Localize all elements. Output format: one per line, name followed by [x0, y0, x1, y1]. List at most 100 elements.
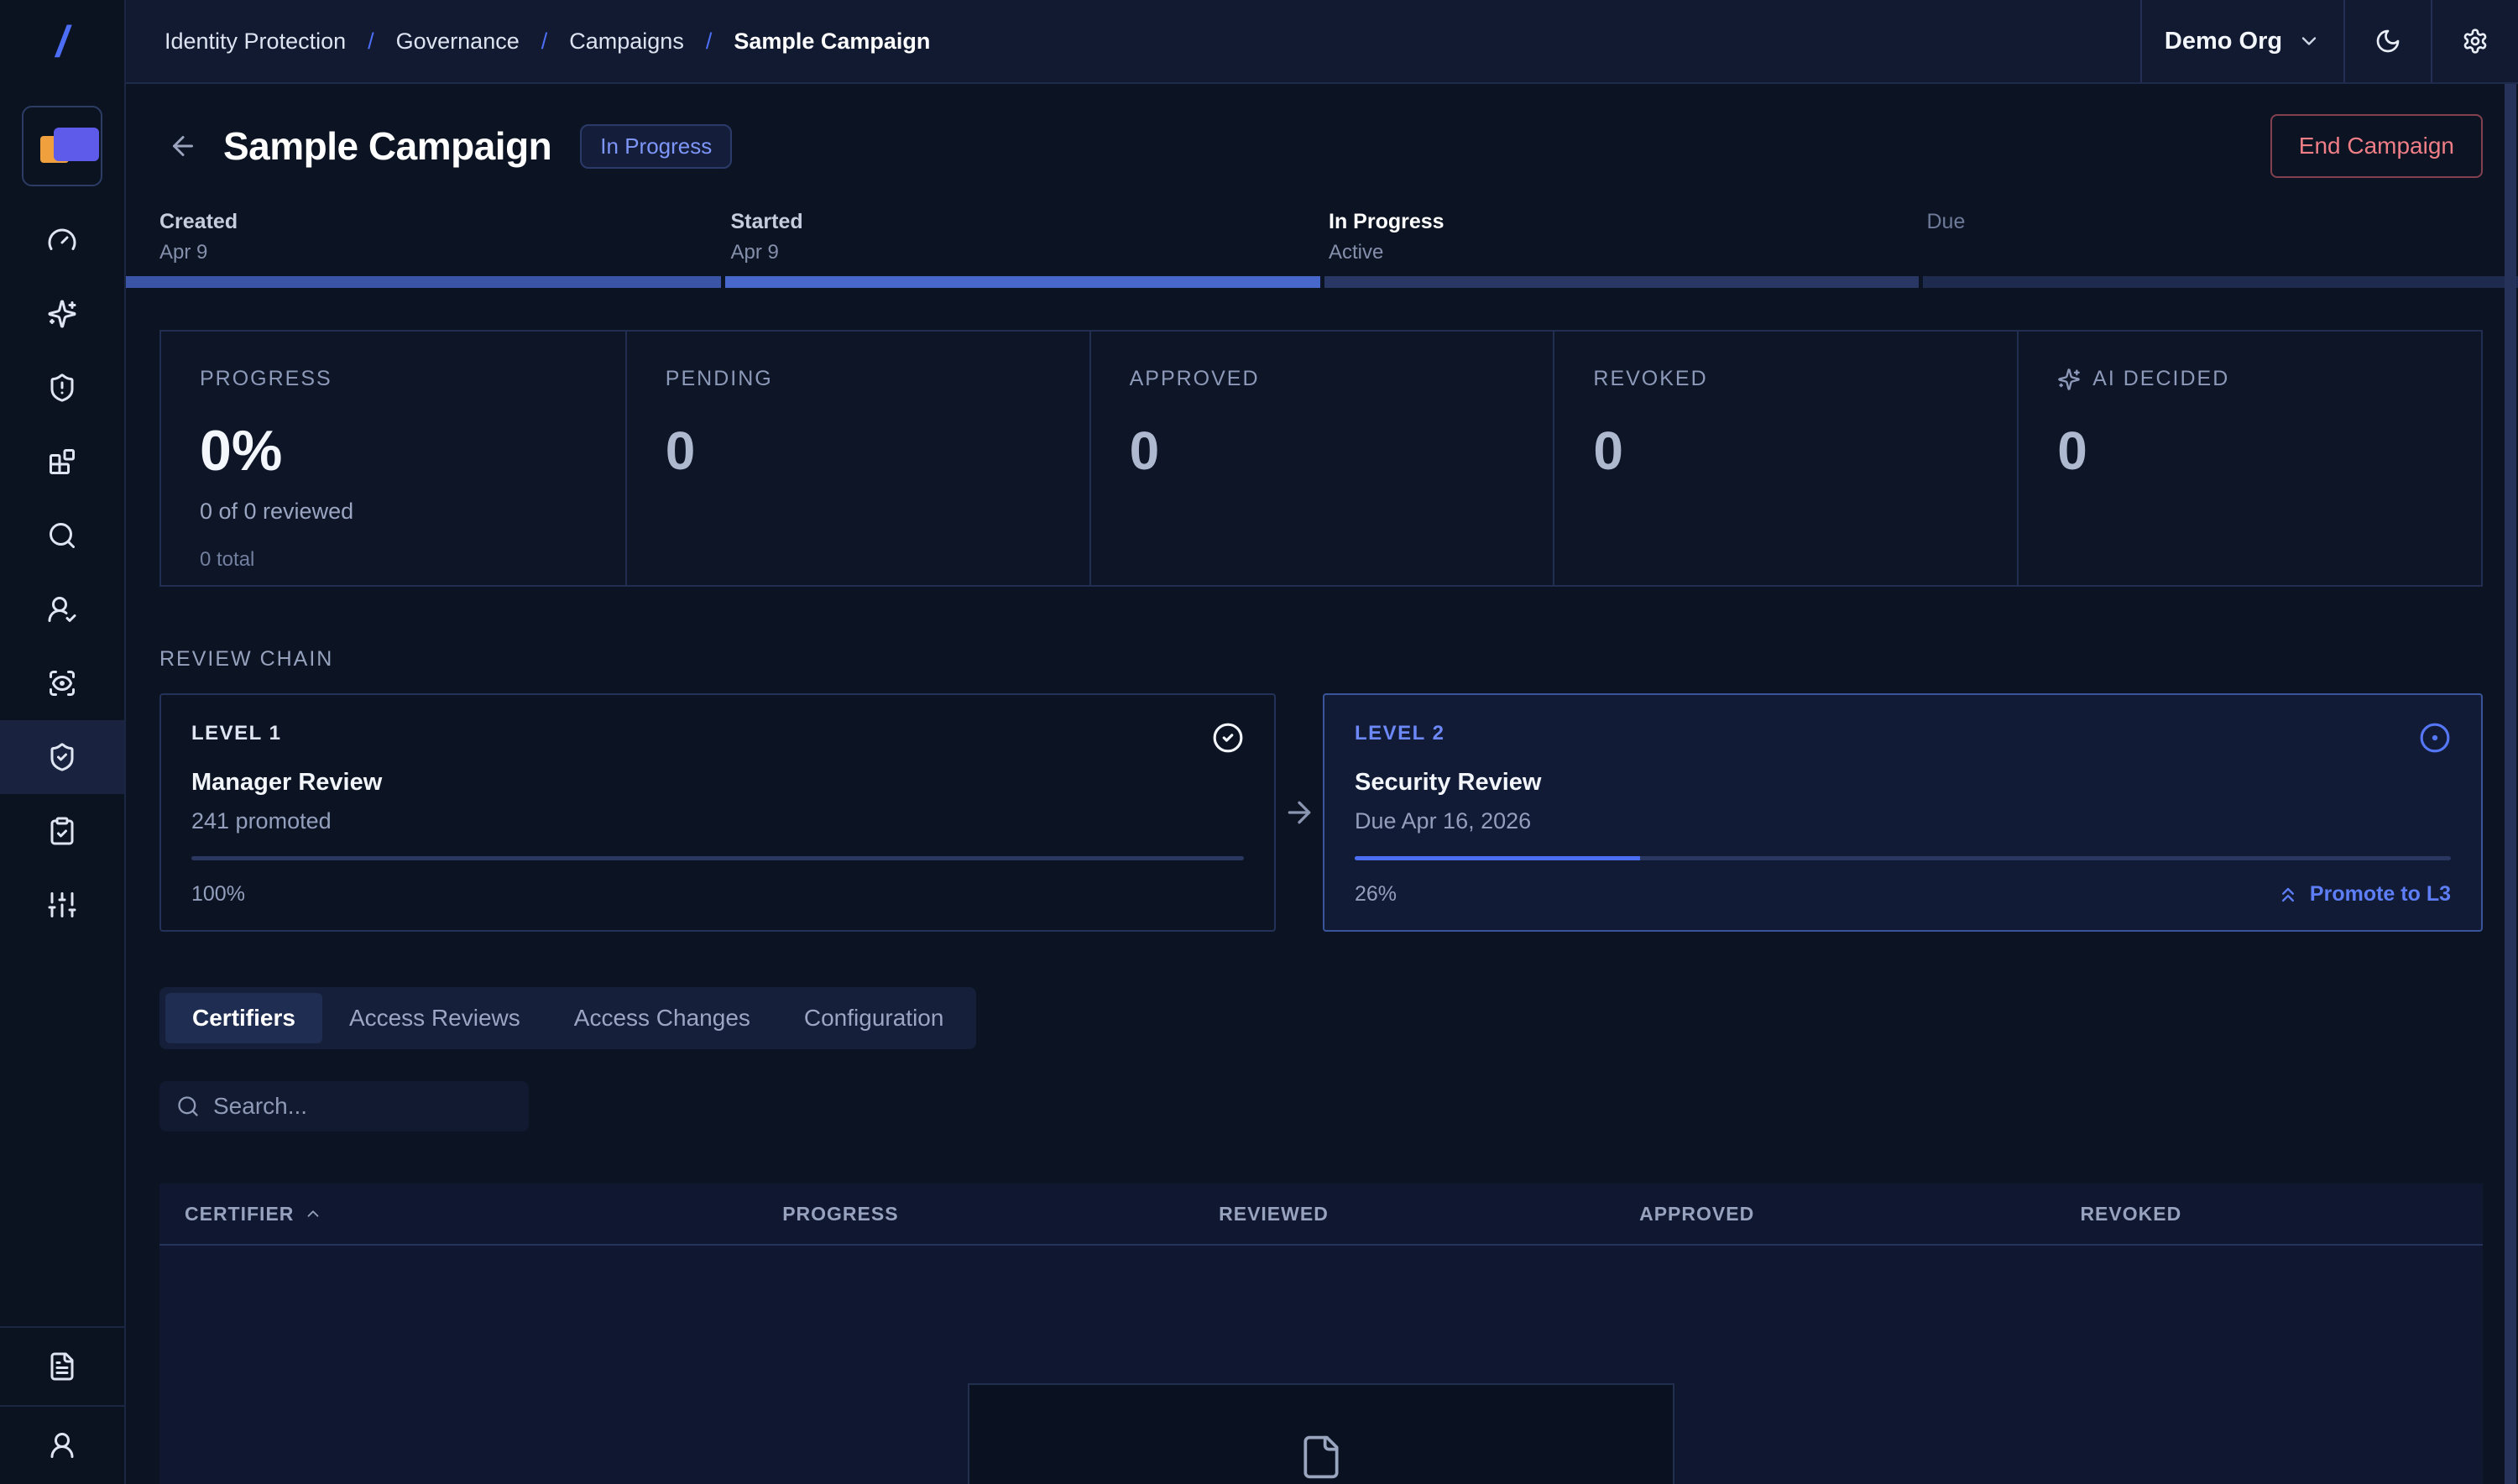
scan-eye-icon: [47, 668, 77, 698]
search-input[interactable]: [213, 1093, 512, 1120]
column-header-certifier[interactable]: CERTIFIER: [185, 1203, 782, 1225]
topbar-actions: Demo Org: [2140, 0, 2518, 82]
org-logo[interactable]: [22, 106, 102, 186]
level-1-progress-track: [191, 856, 1244, 860]
sparkles-icon: [2057, 368, 2081, 391]
chevron-down-icon: [2297, 29, 2321, 53]
moon-icon: [2374, 28, 2401, 55]
sidebar-item-identities[interactable]: [0, 572, 124, 646]
timeline-segment-due: [1923, 276, 2518, 288]
file-text-icon: [47, 1351, 77, 1382]
tab-list: Certifiers Access Reviews Access Changes…: [159, 987, 976, 1049]
timeline-segment-in-progress: [1324, 276, 1920, 288]
timeline-stage-in-progress: In Progress Active: [1322, 210, 1920, 264]
sidebar-item-apps[interactable]: [0, 425, 124, 499]
search-icon: [47, 520, 77, 551]
vertical-scrollbar[interactable]: [2505, 84, 2518, 1484]
org-name: Demo Org: [2165, 28, 2282, 55]
circle-dot-icon: [2419, 722, 2451, 754]
sidebar-item-monitoring[interactable]: [0, 646, 124, 720]
arrow-right-icon: [1276, 693, 1323, 932]
sliders-icon: [47, 890, 77, 920]
back-button[interactable]: [165, 128, 201, 165]
level-2-progress-fill: [1355, 856, 1640, 860]
tab-access-reviews[interactable]: Access Reviews: [322, 993, 547, 1043]
search-icon: [176, 1095, 200, 1118]
stats-row: PROGRESS 0% 0 of 0 reviewed 0 total PEND…: [159, 330, 2483, 587]
breadcrumb-separator: /: [368, 29, 374, 55]
gauge-icon: [47, 225, 77, 255]
level-2-label: LEVEL 2: [1355, 722, 1444, 745]
empty-state-card: No data There is no data to display: [968, 1383, 1674, 1484]
timeline-stage-due: Due: [1920, 210, 2518, 264]
circle-check-icon: [1212, 722, 1244, 754]
breadcrumb-campaigns[interactable]: Campaigns: [569, 29, 684, 55]
sidebar-item-governance[interactable]: [0, 720, 124, 794]
review-chain-heading: REVIEW CHAIN: [159, 647, 2483, 671]
user-check-icon: [47, 594, 77, 624]
level-2-name: Security Review: [1355, 769, 2451, 797]
breadcrumb-identity-protection[interactable]: Identity Protection: [165, 29, 346, 55]
sidebar-item-profile[interactable]: [0, 1405, 124, 1484]
scrollbar-thumb[interactable]: [2505, 84, 2516, 1484]
campaign-timeline: Created Apr 9 Started Apr 9 In Progress …: [126, 210, 2518, 288]
sidebar-nav: [0, 203, 124, 942]
level-1-name: Manager Review: [191, 769, 1244, 797]
tab-certifiers[interactable]: Certifiers: [165, 993, 322, 1043]
breadcrumb-separator: /: [541, 29, 548, 55]
end-campaign-button[interactable]: End Campaign: [2270, 114, 2483, 178]
settings-button[interactable]: [2431, 0, 2518, 82]
review-level-1-card[interactable]: LEVEL 1 Manager Review 241 promoted 100%: [159, 693, 1276, 932]
column-header-reviewed[interactable]: REVIEWED: [1219, 1203, 1639, 1225]
sidebar-item-ai[interactable]: [0, 277, 124, 351]
search-box[interactable]: [159, 1081, 529, 1131]
sidebar-item-dashboard[interactable]: [0, 203, 124, 277]
table-body: No data There is no data to display: [159, 1246, 2483, 1484]
column-header-progress[interactable]: PROGRESS: [782, 1203, 1219, 1225]
stat-card-pending: PENDING 0: [625, 332, 1089, 585]
breadcrumb-governance[interactable]: Governance: [396, 29, 520, 55]
page-title: Sample Campaign: [223, 123, 551, 169]
level-1-progress-fill: [191, 856, 1244, 860]
promote-to-l3-button[interactable]: Promote to L3: [2276, 882, 2451, 907]
theme-toggle-button[interactable]: [2343, 0, 2431, 82]
stat-card-revoked: REVOKED 0: [1553, 332, 2017, 585]
table-header: CERTIFIER PROGRESS REVIEWED APPROVED REV…: [159, 1184, 2483, 1246]
level-2-progress-track: [1355, 856, 2451, 860]
timeline-segment-created: [126, 276, 721, 288]
breadcrumb: Identity Protection / Governance / Campa…: [126, 0, 930, 82]
clipboard-check-icon: [47, 816, 77, 846]
stat-card-progress: PROGRESS 0% 0 of 0 reviewed 0 total: [161, 332, 625, 585]
sidebar-item-threats[interactable]: [0, 351, 124, 425]
campaign-page: Sample Campaign In Progress End Campaign…: [126, 84, 2518, 1484]
sidebar-item-search[interactable]: [0, 499, 124, 572]
shield-alert-icon: [47, 373, 77, 403]
sort-chevron-up-icon: [304, 1204, 322, 1223]
sidebar-item-docs[interactable]: [0, 1326, 124, 1405]
file-icon: [969, 1434, 1673, 1481]
certifiers-table: CERTIFIER PROGRESS REVIEWED APPROVED REV…: [159, 1184, 2483, 1484]
column-header-revoked[interactable]: REVOKED: [2080, 1203, 2458, 1225]
stat-card-approved: APPROVED 0: [1089, 332, 1554, 585]
org-switcher[interactable]: Demo Org: [2140, 0, 2343, 82]
brand-slash-logo[interactable]: /: [0, 0, 124, 84]
breadcrumb-separator: /: [706, 29, 713, 55]
review-chain: LEVEL 1 Manager Review 241 promoted 100%…: [159, 693, 2483, 932]
timeline-progress-bar: [126, 276, 2518, 288]
breadcrumb-current-page: Sample Campaign: [734, 29, 930, 55]
sidebar-item-tasks[interactable]: [0, 794, 124, 868]
timeline-labels: Created Apr 9 Started Apr 9 In Progress …: [126, 210, 2518, 264]
gear-icon: [2462, 28, 2489, 55]
tab-configuration[interactable]: Configuration: [777, 993, 971, 1043]
timeline-stage-started: Started Apr 9: [724, 210, 1323, 264]
sidebar-bottom: [0, 1326, 124, 1484]
chevrons-up-icon: [2276, 883, 2300, 907]
tab-access-changes[interactable]: Access Changes: [547, 993, 777, 1043]
sidebar-item-settings-sliders[interactable]: [0, 868, 124, 942]
level-2-progress-label: 26%: [1355, 882, 1397, 907]
column-header-approved[interactable]: APPROVED: [1639, 1203, 2080, 1225]
level-2-meta: Due Apr 16, 2026: [1355, 808, 2451, 834]
stat-card-ai-decided: AI DECIDED 0: [2017, 332, 2481, 585]
org-logo-purple-shape: [54, 128, 99, 161]
review-level-2-card[interactable]: LEVEL 2 Security Review Due Apr 16, 2026…: [1323, 693, 2483, 932]
